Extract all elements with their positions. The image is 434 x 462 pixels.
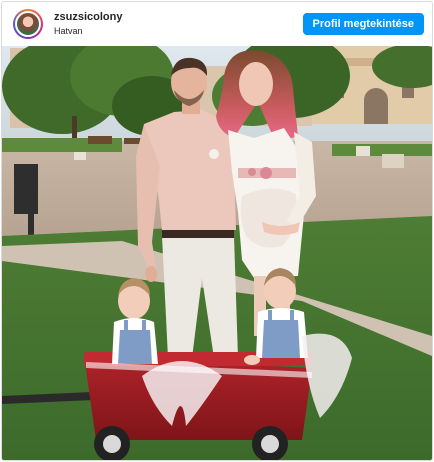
profile-avatar[interactable]	[13, 9, 43, 39]
post-photo[interactable]	[2, 46, 432, 460]
user-info: zsuzsicolony Hatvan	[54, 10, 122, 38]
avatar-photo	[15, 11, 41, 37]
username-link[interactable]: zsuzsicolony	[54, 10, 122, 24]
location-label[interactable]: Hatvan	[54, 25, 122, 38]
post-header: zsuzsicolony Hatvan Profil megtekintése	[2, 2, 432, 46]
view-profile-button[interactable]: Profil megtekintése	[302, 13, 424, 35]
instagram-embed-card: zsuzsicolony Hatvan Profil megtekintése	[1, 1, 433, 461]
post-photo-image	[2, 46, 432, 460]
